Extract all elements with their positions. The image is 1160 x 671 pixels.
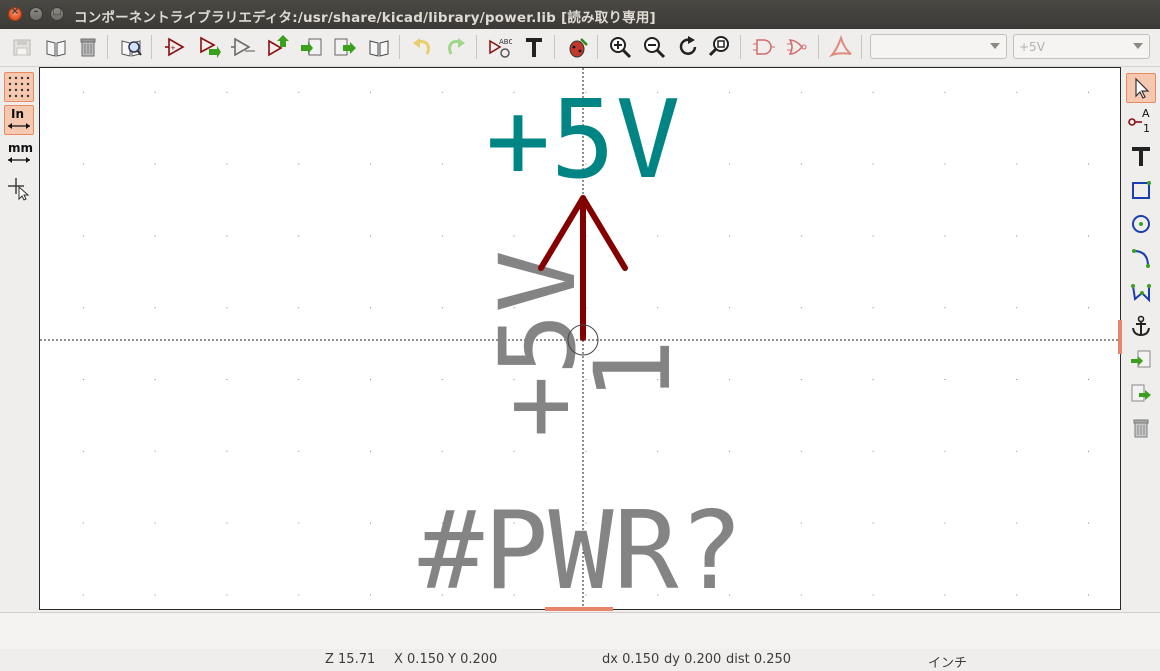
erc-check-icon[interactable]: [563, 33, 591, 61]
zoom-fit-icon[interactable]: [706, 33, 734, 61]
redo-icon[interactable]: [442, 33, 470, 61]
dx-status: dx 0.150: [602, 652, 660, 667]
maximize-window-button[interactable]: □: [50, 6, 64, 21]
save-to-library-icon[interactable]: [297, 33, 325, 61]
view-doc-icon[interactable]: [365, 33, 393, 61]
pin-label: A: [1142, 107, 1150, 120]
add-text-icon[interactable]: [1126, 141, 1156, 171]
units-mm-label: mm: [8, 141, 34, 155]
edit-fields-icon[interactable]: ABC: [486, 33, 514, 61]
units-inch-button[interactable]: In: [4, 105, 34, 135]
delete-part-icon[interactable]: [74, 33, 102, 61]
svg-text:+: +: [170, 44, 176, 52]
x-coordinate: X 0.150: [394, 652, 445, 667]
reference-text: #PWR?: [418, 489, 743, 610]
value-text: +5V: [485, 78, 680, 203]
new-component-icon[interactable]: +: [161, 33, 189, 61]
right-toolbar: A 1: [1122, 67, 1160, 610]
save-library-icon[interactable]: [8, 33, 36, 61]
unit-select[interactable]: [870, 34, 1007, 59]
datasheet-pdf-icon[interactable]: [827, 33, 855, 61]
save-to-new-library-icon[interactable]: [331, 33, 359, 61]
add-rectangle-icon[interactable]: [1126, 175, 1156, 205]
units-status: インチ: [928, 656, 968, 671]
deMorgan-normal-icon[interactable]: [750, 33, 778, 61]
left-toolbar: In mm: [0, 67, 38, 610]
title-bar: × – □ コンポーネントライブラリエディタ:/usr/share/kicad/…: [0, 0, 1160, 29]
export-graphic-icon[interactable]: [1126, 379, 1156, 409]
part-select[interactable]: +5V: [1013, 34, 1150, 59]
grid-toggle-icon[interactable]: [4, 72, 34, 102]
horizontal-scroll-indicator[interactable]: [545, 607, 613, 611]
status-bar: Z 15.71 X 0.150 Y 0.200 dx 0.150 dy 0.20…: [0, 649, 1160, 671]
schematic-symbol: +5V 1 +5V #PWR?: [40, 68, 1120, 610]
dy-status: dy 0.200: [664, 652, 722, 667]
import-graphic-icon[interactable]: [1126, 345, 1156, 375]
undo-icon[interactable]: [408, 33, 436, 61]
close-window-button[interactable]: ×: [8, 6, 22, 21]
library-browser-icon[interactable]: [117, 33, 145, 61]
deMorgan-convert-icon[interactable]: [784, 33, 812, 61]
anchor-tool-icon[interactable]: [1126, 311, 1156, 341]
drawing-canvas[interactable]: +5V 1 +5V #PWR?: [39, 67, 1121, 610]
zoom-in-icon[interactable]: [606, 33, 634, 61]
minimize-window-button[interactable]: –: [29, 6, 43, 21]
svg-text:ABC: ABC: [499, 38, 512, 46]
dist-status: dist 0.250: [726, 652, 792, 667]
message-panel: [0, 612, 1160, 650]
pin-number-label: 1: [1143, 122, 1150, 135]
add-arc-icon[interactable]: [1126, 243, 1156, 273]
y-coordinate: Y 0.200: [448, 652, 498, 667]
load-component-icon[interactable]: [195, 33, 223, 61]
zoom-redraw-icon[interactable]: [674, 33, 702, 61]
window-title: コンポーネントライブラリエディタ:/usr/share/kicad/librar…: [74, 10, 656, 26]
cursor-shape-icon[interactable]: [4, 174, 34, 204]
zoom-out-icon[interactable]: [640, 33, 668, 61]
delete-item-icon[interactable]: [1126, 413, 1156, 443]
units-inch-label: In: [11, 107, 25, 121]
zoom-status: Z 15.71: [325, 652, 376, 667]
select-library-icon[interactable]: [42, 33, 70, 61]
select-tool-icon[interactable]: [1126, 73, 1156, 103]
text-tool-icon[interactable]: [520, 33, 548, 61]
import-component-icon[interactable]: [229, 33, 257, 61]
add-pin-icon[interactable]: A 1: [1126, 107, 1156, 137]
units-mm-button[interactable]: mm: [4, 139, 34, 169]
add-polyline-icon[interactable]: [1126, 277, 1156, 307]
add-circle-icon[interactable]: [1126, 209, 1156, 239]
main-toolbar: + ABC +5V: [0, 29, 1160, 67]
export-component-icon[interactable]: [263, 33, 291, 61]
pin-number-text: 1: [572, 339, 694, 402]
